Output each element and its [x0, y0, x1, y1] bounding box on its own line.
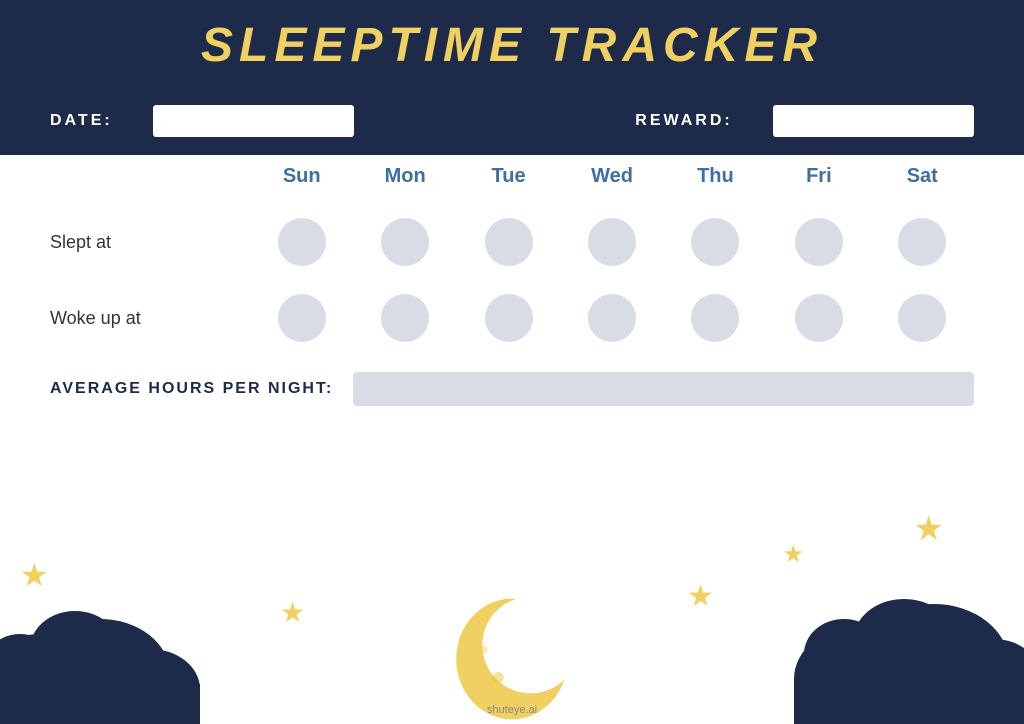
woke-sun-circle — [278, 294, 326, 342]
woke-thu-cell — [664, 280, 767, 356]
page-title: SLEEPTIME TRACKER — [50, 18, 974, 73]
woke-sat-circle — [898, 294, 946, 342]
average-input[interactable] — [353, 372, 974, 406]
slept-sat-circle — [898, 218, 946, 266]
slept-sat-cell — [871, 204, 974, 280]
tracker-section: Sun Mon Tue Wed Thu Fri Sat Slept at Wok… — [0, 155, 1024, 416]
date-input[interactable] — [153, 105, 354, 137]
cloud-left — [0, 584, 200, 724]
day-sat: Sat — [871, 155, 974, 204]
decoration: ★ ★ ★ ★ ★ — [0, 524, 1024, 724]
woke-wed-circle — [588, 294, 636, 342]
slept-at-label: Slept at — [50, 232, 111, 253]
reward-input[interactable] — [773, 105, 974, 137]
slept-wed-cell — [560, 204, 663, 280]
woke-up-row: Woke up at — [50, 280, 974, 356]
day-thu: Thu — [664, 155, 767, 204]
average-row: AVERAGE HOURS PER NIGHT: — [50, 356, 974, 416]
day-tue: Tue — [457, 155, 560, 204]
woke-wed-cell — [560, 280, 663, 356]
date-label: DATE: — [50, 112, 113, 130]
days-header-row: Sun Mon Tue Wed Thu Fri Sat — [50, 155, 974, 204]
slept-mon-cell — [353, 204, 456, 280]
slept-sun-circle — [278, 218, 326, 266]
slept-thu-cell — [664, 204, 767, 280]
meta-row: DATE: REWARD: — [0, 95, 1024, 155]
header-section: SLEEPTIME TRACKER — [0, 0, 1024, 95]
slept-at-label-cell: Slept at — [50, 204, 250, 280]
watermark: shuteye.ai — [487, 704, 537, 716]
star-4: ★ — [782, 540, 804, 569]
slept-tue-cell — [457, 204, 560, 280]
slept-thu-circle — [691, 218, 739, 266]
row-label-placeholder — [50, 155, 250, 204]
woke-fri-circle — [795, 294, 843, 342]
slept-mon-circle — [381, 218, 429, 266]
woke-sat-cell — [871, 280, 974, 356]
page: SLEEPTIME TRACKER DATE: REWARD: Sun Mon … — [0, 0, 1024, 724]
woke-mon-cell — [353, 280, 456, 356]
slept-fri-circle — [795, 218, 843, 266]
day-mon: Mon — [353, 155, 456, 204]
slept-sun-cell — [250, 204, 353, 280]
slept-fri-cell — [767, 204, 870, 280]
star-5: ★ — [914, 509, 944, 549]
slept-tue-circle — [485, 218, 533, 266]
slept-at-row: Slept at — [50, 204, 974, 280]
star-2: ★ — [280, 596, 305, 629]
day-wed: Wed — [560, 155, 663, 204]
woke-up-label-cell: Woke up at — [50, 280, 250, 356]
cloud-right — [794, 569, 1024, 724]
woke-mon-circle — [381, 294, 429, 342]
reward-label: REWARD: — [635, 112, 732, 130]
day-fri: Fri — [767, 155, 870, 204]
day-sun: Sun — [250, 155, 353, 204]
woke-tue-circle — [485, 294, 533, 342]
average-label: AVERAGE HOURS PER NIGHT: — [50, 380, 333, 398]
woke-fri-cell — [767, 280, 870, 356]
star-1: ★ — [20, 556, 49, 594]
woke-up-label: Woke up at — [50, 308, 141, 329]
slept-wed-circle — [588, 218, 636, 266]
woke-tue-cell — [457, 280, 560, 356]
star-3: ★ — [687, 579, 714, 614]
woke-sun-cell — [250, 280, 353, 356]
woke-thu-circle — [691, 294, 739, 342]
